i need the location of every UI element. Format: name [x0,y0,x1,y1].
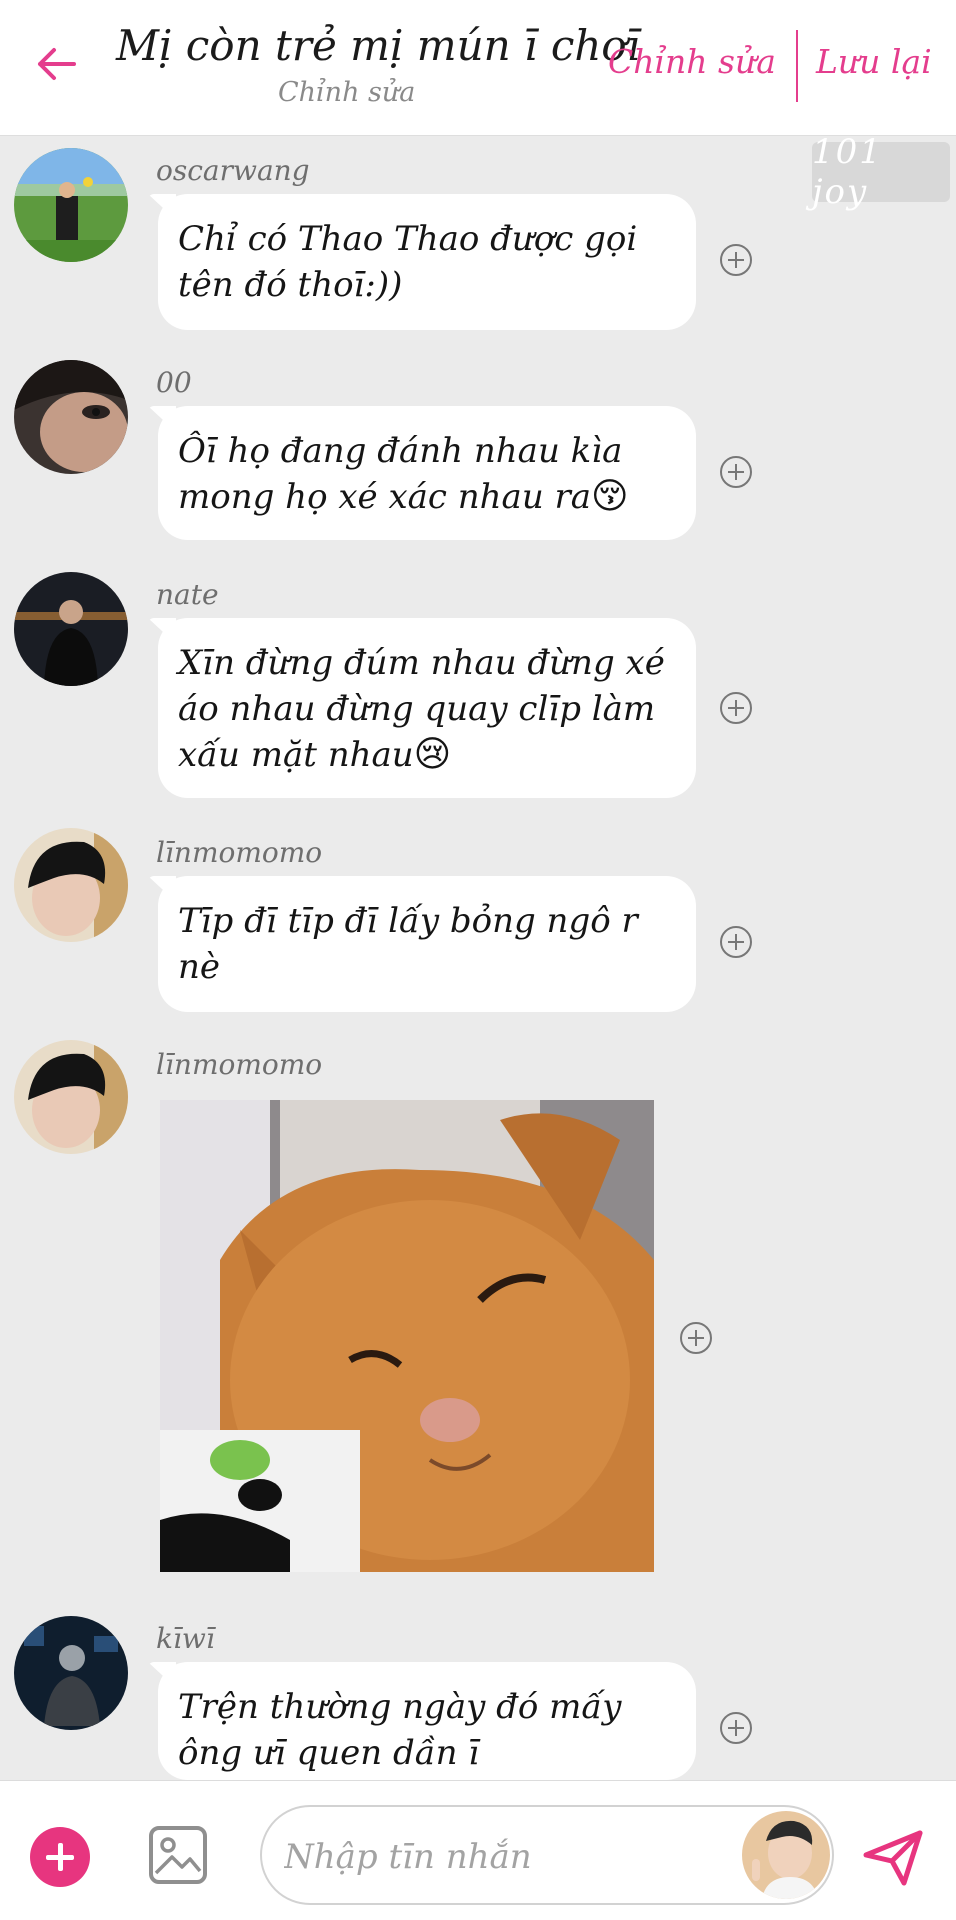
message-text: Ôī họ đang đánh nhau kìa mong họ xé xác … [178,431,623,517]
message-bubble[interactable]: Tīp đī tīp đī lấy bỏng ngô r nè [158,876,696,1012]
message-bubble[interactable]: Ôī họ đang đánh nhau kìa mong họ xé xác … [158,406,696,540]
plus-icon[interactable] [30,1827,90,1887]
message-bubble[interactable]: Trện thường ngày đó mấy ông ưī quen dần … [158,1662,696,1780]
add-reaction-icon[interactable] [720,456,752,488]
chat-subtitle: Chỉnh sửa [278,77,416,108]
joy-badge: 101 joy [812,132,950,212]
add-reaction-icon[interactable] [720,1712,752,1744]
avatar-00[interactable] [14,360,128,474]
add-reaction-icon[interactable] [720,926,752,958]
avatar-linmomomo[interactable] [14,1040,128,1154]
message-input-box[interactable] [260,1805,834,1905]
image-icon[interactable] [148,1825,208,1885]
add-reaction-icon[interactable] [680,1322,712,1354]
sender-name: 00 [156,366,192,399]
edit-button[interactable]: Chỉnh sửa [608,42,776,81]
avatar-nate[interactable] [14,572,128,686]
sender-name: līnmomomo [156,1048,323,1081]
message-text: Chỉ có Thao Thao được gọi tên đó thoī:)) [178,219,638,305]
add-reaction-icon[interactable] [720,692,752,724]
kissing-emoji-icon: 😚 [591,476,629,517]
avatar-kiwi[interactable] [14,1616,128,1730]
back-button[interactable] [28,36,84,92]
add-reaction-icon[interactable] [720,244,752,276]
title-block: Mị còn trẻ mị mún ī chơī Chỉnh sửa [116,18,641,112]
message-composer [0,1780,956,1920]
arrow-left-icon [38,48,76,80]
save-button[interactable]: Lưu lại [816,42,932,81]
message-bubble[interactable]: Xīn đừng đúm nhau đừng xé áo nhau đừng q… [158,618,696,798]
sender-name: līnmomomo [156,836,323,869]
chat-title: Mị còn trẻ mị mún ī chơī [116,21,641,70]
user-avatar[interactable] [742,1811,830,1899]
send-icon[interactable] [860,1825,926,1891]
message-text: Trện thường ngày đó mấy ông ưī quen dần … [178,1687,622,1773]
sender-name: oscarwang [156,154,310,187]
crying-emoji-icon: 😢 [413,734,452,775]
message-text: Tīp đī tīp đī lấy bỏng ngô r nè [178,901,638,987]
message-bubble[interactable]: Chỉ có Thao Thao được gọi tên đó thoī:)) [158,194,696,330]
chat-header: Mị còn trẻ mị mún ī chơī Chỉnh sửa Chỉnh… [0,0,956,136]
smug-cat-photo[interactable] [160,1100,654,1572]
avatar-linmomomo[interactable] [14,828,128,942]
message-input[interactable] [284,1827,684,1887]
sender-name: kīwī [156,1622,215,1655]
header-divider [796,30,798,102]
avatar-oscarwang[interactable] [14,148,128,262]
sender-name: nate [156,578,219,611]
